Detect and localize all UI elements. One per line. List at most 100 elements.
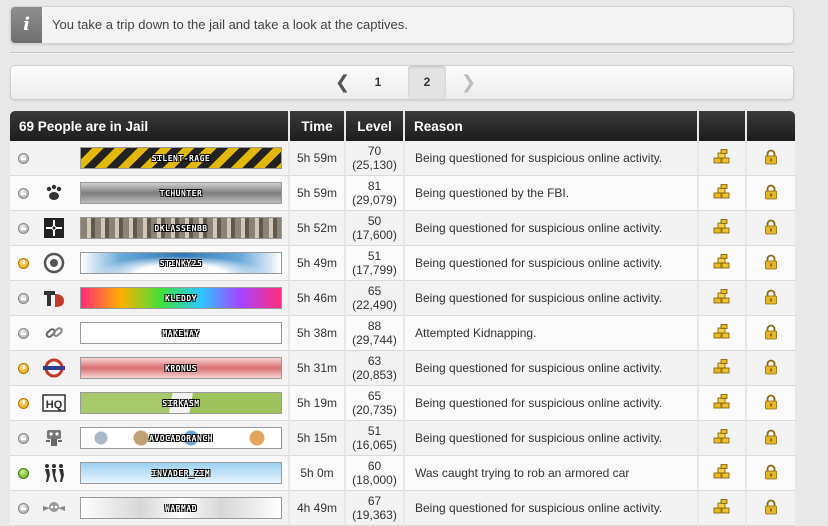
page-1-button[interactable]: 1 <box>367 66 389 99</box>
padlock-icon[interactable] <box>764 359 778 378</box>
bust-button[interactable] <box>699 386 747 421</box>
level-sub-value: (17,799) <box>352 263 397 277</box>
gold-bars-icon[interactable] <box>713 463 731 483</box>
user-honor-bar[interactable]: Invader_Zim <box>80 462 282 484</box>
bail-button[interactable] <box>747 351 795 386</box>
bail-button[interactable] <box>747 421 795 456</box>
bail-button[interactable] <box>747 456 795 491</box>
status-idle-icon <box>18 153 29 164</box>
page-2-button-current[interactable]: 2 <box>408 66 446 99</box>
faction-paw-icon[interactable] <box>42 181 66 205</box>
bail-button[interactable] <box>747 386 795 421</box>
level-cell: 65 (20,735) <box>346 386 405 421</box>
user-name: Stinky25 <box>159 258 203 268</box>
user-honor-bar[interactable]: Sirkasm <box>80 392 282 414</box>
bust-button[interactable] <box>699 491 747 526</box>
user-honor-bar[interactable]: Kronus <box>80 357 282 379</box>
user-name: DKlassenBB <box>154 223 208 233</box>
user-honor-bar[interactable]: Silent-Rage <box>80 147 282 169</box>
level-sub-value: (22,490) <box>352 298 397 312</box>
level-cell: 70 (25,130) <box>346 141 405 176</box>
level-value: 67 <box>367 494 382 508</box>
status-away-icon <box>18 363 29 374</box>
user-cell: Makeway <box>10 316 290 351</box>
bust-button[interactable] <box>699 456 747 491</box>
gold-bars-icon[interactable] <box>713 148 731 168</box>
padlock-icon[interactable] <box>764 464 778 483</box>
jail-reason: Being questioned for suspicious online a… <box>405 281 699 316</box>
table-row: Kronus 5h 31m 63 (20,853) Being questioned f… <box>10 351 795 386</box>
user-honor-bar[interactable]: AvocadoRanch <box>80 427 282 449</box>
padlock-icon[interactable] <box>764 499 778 518</box>
header-level[interactable]: Level <box>346 111 405 141</box>
gold-bars-icon[interactable] <box>713 218 731 238</box>
status-idle-icon <box>18 188 29 199</box>
bust-button[interactable] <box>699 351 747 386</box>
status-idle-icon <box>18 293 29 304</box>
bust-button[interactable] <box>699 281 747 316</box>
faction-skull-wings-icon[interactable] <box>42 496 66 520</box>
faction-crosshair-icon[interactable] <box>42 216 66 240</box>
bail-button[interactable] <box>747 491 795 526</box>
user-honor-bar[interactable]: Stinky25 <box>80 252 282 274</box>
gold-bars-icon[interactable] <box>713 393 731 413</box>
level-value: 51 <box>367 249 382 263</box>
gold-bars-icon[interactable] <box>713 253 731 273</box>
table-row: TCHunter 5h 59m 81 (29,079) Being questioned… <box>10 176 795 211</box>
bail-button[interactable] <box>747 246 795 281</box>
faction-underground-icon[interactable] <box>42 356 66 380</box>
gold-bars-icon[interactable] <box>713 183 731 203</box>
bail-button[interactable] <box>747 316 795 351</box>
bail-button[interactable] <box>747 211 795 246</box>
bust-button[interactable] <box>699 211 747 246</box>
gold-bars-icon[interactable] <box>713 428 731 448</box>
bail-button[interactable] <box>747 141 795 176</box>
user-honor-bar[interactable]: DKlassenBB <box>80 217 282 239</box>
user-name: Silent-Rage <box>151 153 211 163</box>
next-page-button[interactable]: ❯ <box>461 66 476 99</box>
gold-bars-icon[interactable] <box>713 358 731 378</box>
table-row: Silent-Rage 5h 59m 70 (25,130) Being questio… <box>10 141 795 176</box>
user-name: Kronus <box>165 363 197 373</box>
padlock-icon[interactable] <box>764 184 778 203</box>
user-cell: DKlassenBB <box>10 211 290 246</box>
level-cell: 63 (20,853) <box>346 351 405 386</box>
user-honor-bar[interactable]: kleddy <box>80 287 282 309</box>
padlock-icon[interactable] <box>764 429 778 448</box>
gold-bars-icon[interactable] <box>713 288 731 308</box>
gold-bars-icon[interactable] <box>713 498 731 518</box>
faction-dancers-icon[interactable] <box>42 461 66 485</box>
gold-bars-icon[interactable] <box>713 323 731 343</box>
padlock-icon[interactable] <box>764 289 778 308</box>
user-honor-bar[interactable]: Warmad <box>80 497 282 519</box>
bust-button[interactable] <box>699 421 747 456</box>
faction-hq-logo-icon[interactable]: HQ <box>42 391 66 415</box>
bust-button[interactable] <box>699 176 747 211</box>
level-value: 88 <box>367 319 382 333</box>
header-time[interactable]: Time <box>290 111 346 141</box>
level-sub-value: (17,600) <box>352 228 397 242</box>
status-away-icon <box>18 258 29 269</box>
padlock-icon[interactable] <box>764 394 778 413</box>
user-honor-bar[interactable]: TCHunter <box>80 182 282 204</box>
jail-time: 5h 59m <box>290 176 346 211</box>
bust-button[interactable] <box>699 316 747 351</box>
bust-button[interactable] <box>699 246 747 281</box>
prev-page-button[interactable]: ❮ <box>335 66 350 99</box>
status-idle-icon <box>18 223 29 234</box>
bust-button[interactable] <box>699 141 747 176</box>
user-cell: Invader_Zim <box>10 456 290 491</box>
faction-td-logo-icon[interactable] <box>42 286 66 310</box>
padlock-icon[interactable] <box>764 149 778 168</box>
faction-chain-icon[interactable] <box>42 321 66 345</box>
bail-button[interactable] <box>747 281 795 316</box>
padlock-icon[interactable] <box>764 324 778 343</box>
faction-empty[interactable] <box>42 146 66 170</box>
faction-target-icon[interactable] <box>42 251 66 275</box>
padlock-icon[interactable] <box>764 254 778 273</box>
faction-robot-icon[interactable] <box>42 426 66 450</box>
bail-button[interactable] <box>747 176 795 211</box>
padlock-icon[interactable] <box>764 219 778 238</box>
header-bust <box>699 111 747 141</box>
user-honor-bar[interactable]: Makeway <box>80 322 282 344</box>
